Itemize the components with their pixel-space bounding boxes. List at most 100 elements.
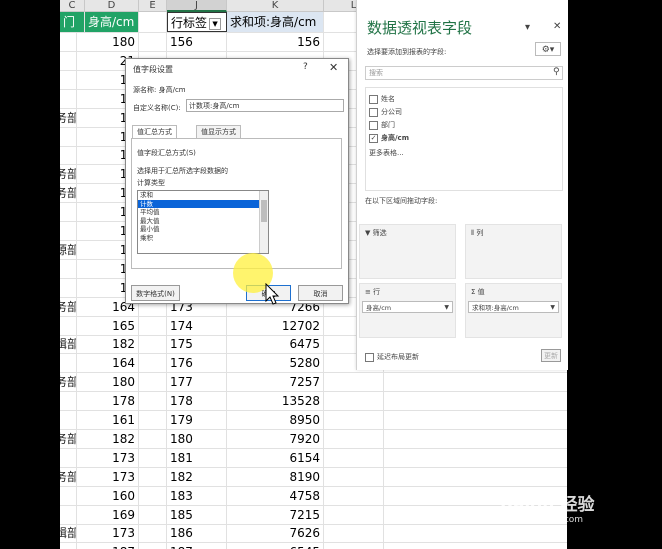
- checkbox[interactable]: [369, 94, 378, 104]
- update-button[interactable]: 更新: [541, 349, 561, 362]
- cell-j[interactable]: 174: [167, 316, 227, 336]
- cell-c[interactable]: 务部: [60, 108, 77, 128]
- filter-area[interactable]: ▼ 筛选: [359, 224, 456, 279]
- cell-e[interactable]: [139, 33, 167, 52]
- search-input[interactable]: 搜索: [365, 66, 563, 80]
- cell-c[interactable]: [60, 222, 77, 241]
- cell-e[interactable]: [139, 316, 167, 336]
- cell-j[interactable]: 178: [167, 392, 227, 412]
- column-header-j[interactable]: J: [167, 0, 227, 12]
- custom-name-input[interactable]: 计数项:身高/cm: [186, 99, 344, 112]
- checkbox[interactable]: ✓: [369, 133, 378, 143]
- cell-d[interactable]: 173: [85, 524, 139, 544]
- values-area[interactable]: Σ 值 求和项:身高/cm ▼: [465, 283, 562, 338]
- cell-c[interactable]: 务部: [60, 297, 77, 317]
- cell-e[interactable]: [139, 392, 167, 412]
- checkbox[interactable]: [369, 120, 378, 130]
- cell-j[interactable]: 175: [167, 335, 227, 355]
- cell-e[interactable]: [139, 429, 167, 449]
- cell-c[interactable]: [60, 259, 77, 279]
- cell-c[interactable]: 务部: [60, 373, 77, 393]
- cell-j[interactable]: 186: [167, 524, 227, 544]
- cell-k[interactable]: 6475: [227, 335, 324, 355]
- cell-l[interactable]: [324, 429, 384, 449]
- cell-c[interactable]: [60, 51, 77, 71]
- cell-c[interactable]: 务部: [60, 165, 77, 185]
- list-item[interactable]: 平均值: [138, 208, 268, 217]
- close-icon[interactable]: ✕: [329, 61, 338, 74]
- cell-e[interactable]: [139, 505, 167, 525]
- cell-d[interactable]: 165: [85, 316, 139, 336]
- filter-dropdown-icon[interactable]: ▼: [209, 17, 222, 30]
- list-item[interactable]: 最小值: [138, 225, 268, 234]
- list-item[interactable]: 计数: [138, 199, 268, 208]
- cell-d[interactable]: 160: [85, 486, 139, 506]
- cell-l[interactable]: [324, 448, 384, 468]
- field-item[interactable]: 部门: [369, 120, 395, 130]
- field-item[interactable]: 姓名: [369, 94, 395, 104]
- number-format-button[interactable]: 数字格式(N): [131, 285, 180, 301]
- chevron-down-icon[interactable]: ▼: [444, 302, 449, 314]
- checkbox[interactable]: [369, 107, 378, 117]
- column-header-e[interactable]: E: [139, 0, 167, 12]
- cell-e[interactable]: [139, 335, 167, 355]
- help-button[interactable]: ?: [303, 62, 308, 72]
- cell-k[interactable]: 12702: [227, 316, 324, 336]
- cell-l[interactable]: [324, 392, 384, 412]
- cell-d[interactable]: 173: [85, 448, 139, 468]
- cell-c[interactable]: 务部: [60, 429, 77, 449]
- cell-k[interactable]: 8190: [227, 467, 324, 487]
- cell-k[interactable]: 5280: [227, 354, 324, 374]
- cell-l[interactable]: [324, 543, 384, 549]
- values-field-pill[interactable]: 求和项:身高/cm ▼: [468, 301, 559, 313]
- cell-c[interactable]: [60, 89, 77, 109]
- tab-show-values[interactable]: 值显示方式: [196, 125, 241, 139]
- cell-e[interactable]: [139, 448, 167, 468]
- cell-c[interactable]: [60, 33, 77, 52]
- cell-j[interactable]: 176: [167, 354, 227, 374]
- cell-d[interactable]: 180: [85, 373, 139, 393]
- cell-c[interactable]: 辑部: [60, 524, 77, 544]
- cell-l[interactable]: [324, 411, 384, 430]
- column-header-d[interactable]: D: [85, 0, 139, 12]
- cell-j[interactable]: 156: [167, 33, 227, 52]
- cell-j[interactable]: 185: [167, 505, 227, 525]
- cell-d[interactable]: 187: [85, 543, 139, 549]
- cell-l[interactable]: [324, 524, 384, 544]
- cell-c[interactable]: 源部: [60, 240, 77, 260]
- cell-c[interactable]: [60, 505, 77, 525]
- cell-d[interactable]: 182: [85, 335, 139, 355]
- cell-c[interactable]: [60, 392, 77, 412]
- checkbox[interactable]: [365, 352, 374, 362]
- cell-j[interactable]: 183: [167, 486, 227, 506]
- cell-c[interactable]: 务部: [60, 467, 77, 487]
- list-item[interactable]: 乘积: [138, 234, 268, 243]
- cell-e[interactable]: [139, 354, 167, 374]
- cell-k[interactable]: 6545: [227, 543, 324, 549]
- cell-e[interactable]: [139, 373, 167, 393]
- cell-d[interactable]: 182: [85, 429, 139, 449]
- defer-update-checkbox[interactable]: 延迟布局更新: [365, 352, 419, 362]
- cell-l[interactable]: [324, 486, 384, 506]
- list-item[interactable]: 最大值: [138, 217, 268, 226]
- cell-k[interactable]: 7920: [227, 429, 324, 449]
- gear-icon[interactable]: ⚙▾: [535, 42, 561, 56]
- cell-c[interactable]: [60, 127, 77, 147]
- column-header-c[interactable]: C: [60, 0, 85, 12]
- cell-d[interactable]: 180: [85, 33, 139, 52]
- cell-c[interactable]: [60, 146, 77, 166]
- cell-c[interactable]: [60, 411, 77, 430]
- cell-k[interactable]: 7215: [227, 505, 324, 525]
- cell-d[interactable]: 178: [85, 392, 139, 412]
- cancel-button[interactable]: 取消: [298, 285, 343, 301]
- columns-area[interactable]: ⦀ 列: [465, 224, 562, 279]
- cell-empty[interactable]: [139, 12, 167, 32]
- cell-sum-header[interactable]: 求和项:身高/cm: [227, 12, 324, 32]
- field-item[interactable]: 分公司: [369, 107, 402, 117]
- chevron-down-icon[interactable]: ▼: [550, 302, 555, 314]
- cell-e[interactable]: [139, 411, 167, 430]
- scrollbar-thumb[interactable]: [261, 200, 267, 222]
- cell-c[interactable]: [60, 70, 77, 90]
- rows-field-pill[interactable]: 身高/cm ▼: [362, 301, 453, 313]
- cell-c[interactable]: [60, 316, 77, 336]
